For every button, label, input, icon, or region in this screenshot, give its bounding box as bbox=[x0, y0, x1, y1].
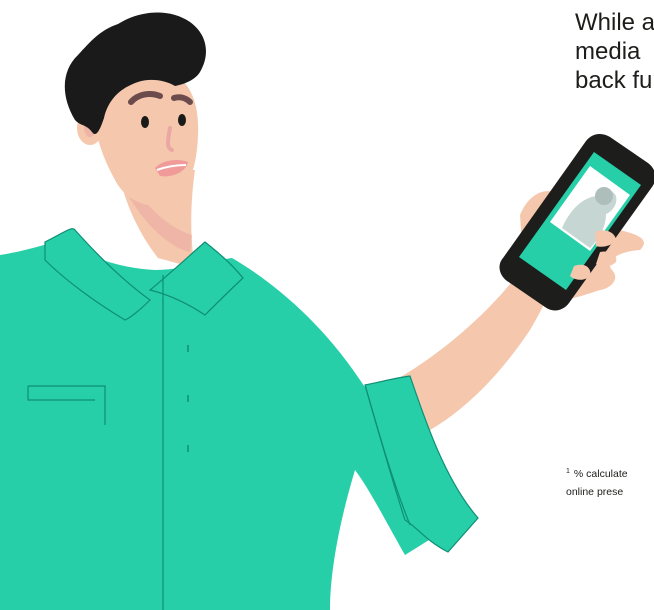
footnote-line-2: online prese bbox=[566, 486, 624, 498]
footnote-line-1: 1% calculate bbox=[566, 463, 654, 483]
man-illustration bbox=[0, 12, 654, 610]
headline-line-2: media bbox=[575, 38, 641, 65]
headline-line-3: back fu bbox=[575, 67, 653, 94]
footnote-text-1: % calculate bbox=[573, 468, 628, 480]
footnote-marker: 1 bbox=[566, 468, 570, 475]
eye-left bbox=[141, 116, 149, 128]
page: While a media back fu 1% calculate onlin… bbox=[0, 0, 654, 610]
footnote: 1% calculate online prese bbox=[566, 463, 654, 501]
headline: While a media back fu bbox=[575, 8, 654, 95]
headline-line-1: While a bbox=[575, 9, 654, 36]
eye-right bbox=[178, 114, 186, 126]
